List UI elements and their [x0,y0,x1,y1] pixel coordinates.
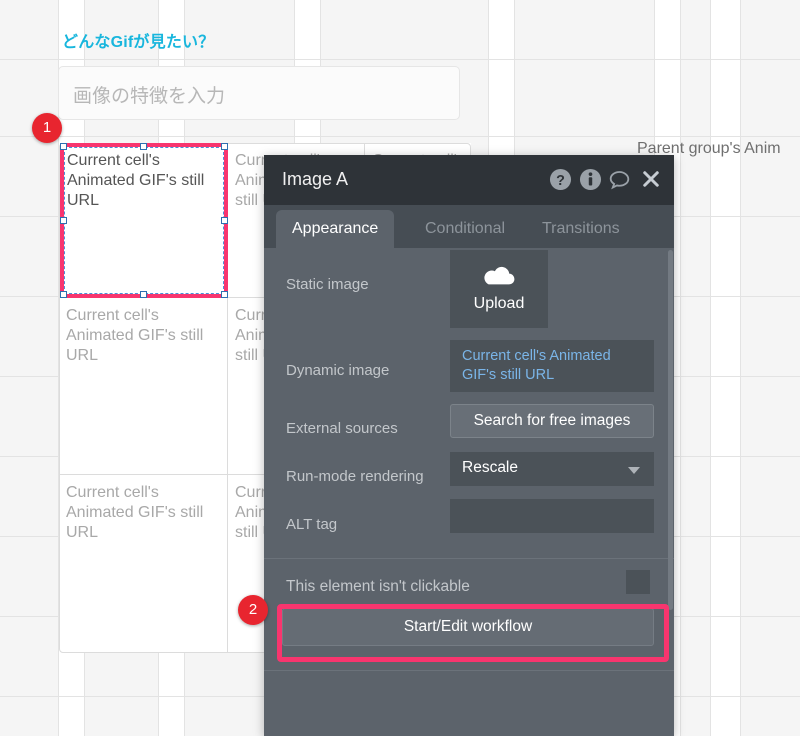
cloud-upload-icon [482,264,516,293]
search-input-placeholder: 画像の特徴を入力 [73,86,226,107]
step-badge-1: 1 [32,113,62,143]
close-icon[interactable] [641,169,661,189]
grid-band [740,0,800,736]
run-mode-rendering-value: Rescale [462,459,518,476]
dynamic-image-value[interactable]: Current cell's Animated GIF's still URL [450,340,654,392]
dialog-body: Static image Upload Dynamic image Curren… [264,248,674,736]
external-sources-label: External sources [286,420,398,437]
gridline-vertical [680,0,681,736]
resize-handle-se[interactable] [221,291,228,298]
resize-handle-e[interactable] [221,217,228,224]
gridline-horizontal [0,59,800,60]
dialog-header: Image A ? [264,155,674,205]
search-free-images-button[interactable]: Search for free images [450,404,654,438]
selected-element-highlight[interactable]: Current cell's Animated GIF's still URL [60,143,228,298]
selected-element-label: Current cell's Animated GIF's still URL [67,152,205,209]
static-image-label: Static image [286,276,369,293]
list-item-label: Current cell's Animated GIF's still URL [66,484,204,541]
resize-handle-s[interactable] [140,291,147,298]
question-circle-icon[interactable]: ? [549,168,572,191]
grid-band [680,0,710,736]
tab-transitions[interactable]: Transitions [526,210,636,248]
dialog-title: Image A [282,169,349,189]
speech-bubble-icon[interactable] [608,168,631,191]
chevron-down-icon [628,467,640,474]
page-heading[interactable]: どんなGifが見たい？ [62,28,214,52]
gridline-vertical [740,0,741,736]
dialog-tab-bar: Appearance Conditional Transitions [264,205,674,248]
list-item[interactable]: Current cell's Animated GIF's still URL [59,298,228,475]
dynamic-image-label: Dynamic image [286,362,390,379]
resize-handle-n[interactable] [140,143,147,150]
list-item-label: Current cell's Animated GIF's still URL [66,307,204,364]
gridline-vertical [710,0,711,736]
run-mode-rendering-label: Run-mode rendering [286,468,424,485]
clickable-label: This element isn't clickable [286,578,470,595]
dynamic-image-value-text: Current cell's Animated GIF's still URL [462,348,611,383]
divider [264,670,674,671]
divider [264,558,674,559]
grid-band [0,0,58,736]
tab-appearance[interactable]: Appearance [276,210,395,248]
start-edit-workflow-button[interactable]: Start/Edit workflow [282,608,654,646]
gridline-horizontal [0,136,800,137]
run-mode-rendering-select[interactable]: Rescale [450,452,654,486]
tab-conditional[interactable]: Conditional [409,210,521,248]
dialog-scrollbar[interactable] [668,250,673,610]
resize-handle-w[interactable] [60,217,67,224]
resize-handle-sw[interactable] [60,291,67,298]
info-circle-icon[interactable] [579,168,602,191]
resize-handle-ne[interactable] [221,143,228,150]
svg-text:?: ? [556,173,565,189]
upload-button-label: Upload [473,295,525,312]
property-editor-dialog[interactable]: Image A ? Appearance Conditional Transit… [264,155,674,736]
clickable-checkbox[interactable] [626,570,650,594]
upload-button[interactable]: Upload [450,250,548,328]
search-input[interactable]: 画像の特徴を入力 [58,66,460,120]
alt-tag-input[interactable] [450,499,654,533]
step-badge-2: 2 [238,595,268,625]
resize-handle-nw[interactable] [60,143,67,150]
list-item[interactable]: Current cell's Animated GIF's still URL [59,475,228,653]
alt-tag-label: ALT tag [286,516,338,533]
